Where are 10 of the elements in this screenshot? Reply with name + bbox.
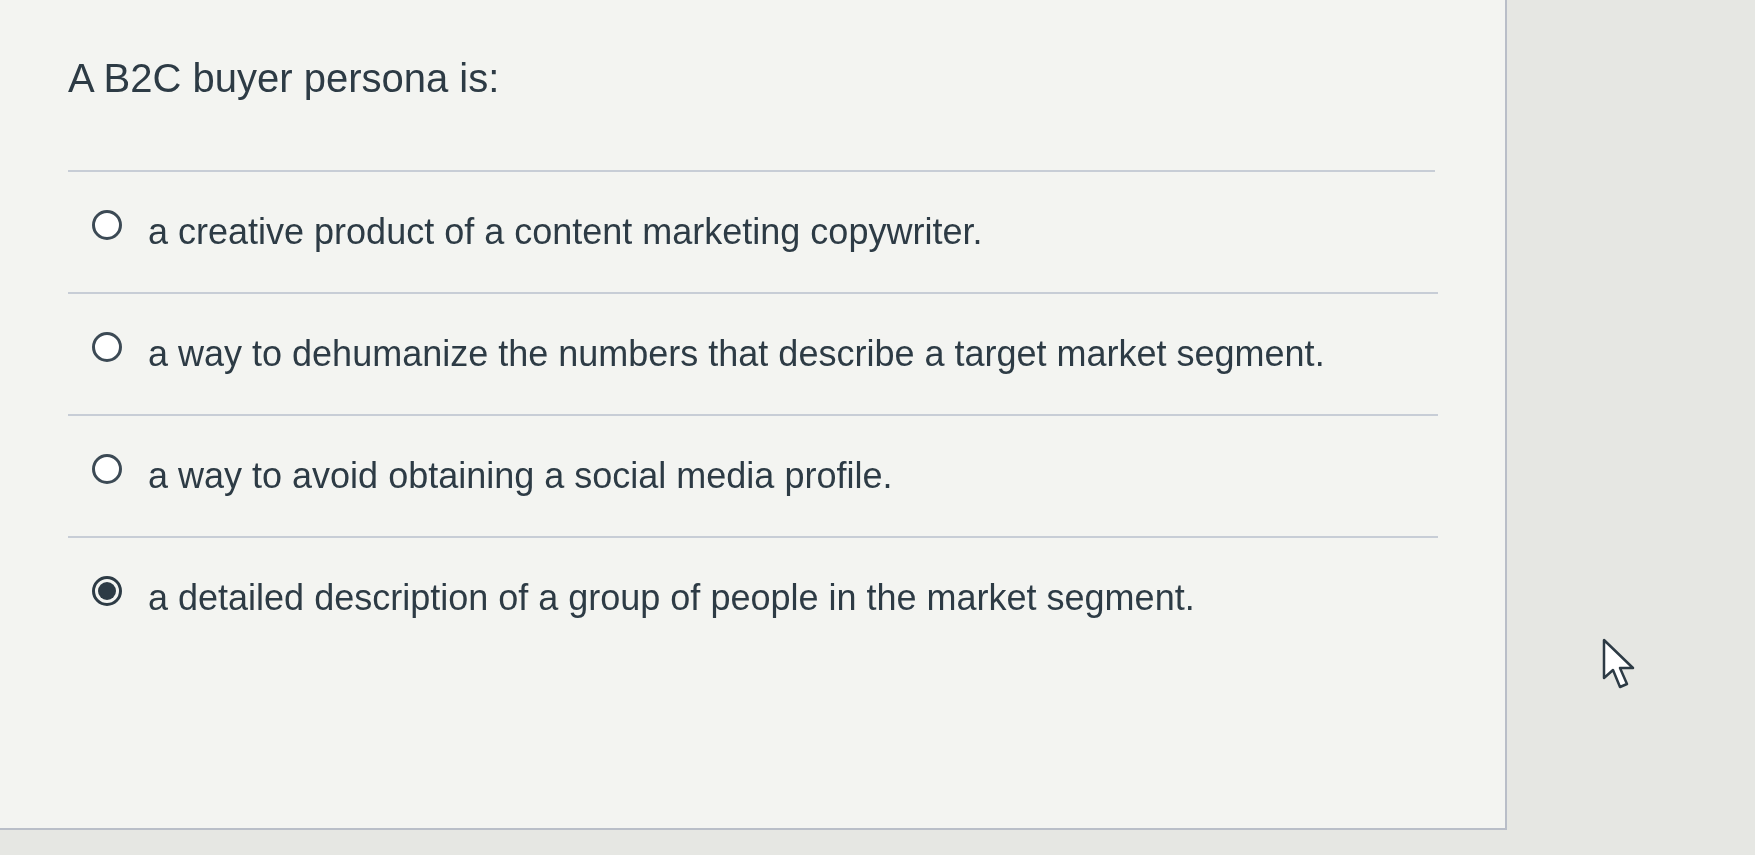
option-label[interactable]: a creative product of a content marketing copywriter. <box>148 196 983 268</box>
option-label[interactable]: a way to dehumanize the numbers that describe a target market segment. <box>148 318 1325 390</box>
radio-button[interactable] <box>92 332 122 362</box>
option-label[interactable]: a way to avoid obtaining a social media profile. <box>148 440 893 512</box>
radio-button[interactable] <box>92 454 122 484</box>
radio-button[interactable] <box>92 576 122 606</box>
mouse-pointer-icon <box>1602 638 1636 690</box>
question-text: A B2C buyer persona is: <box>68 55 501 102</box>
radio-button[interactable] <box>92 210 122 240</box>
option-label[interactable]: a detailed description of a group of people in the market segment. <box>148 562 1195 634</box>
